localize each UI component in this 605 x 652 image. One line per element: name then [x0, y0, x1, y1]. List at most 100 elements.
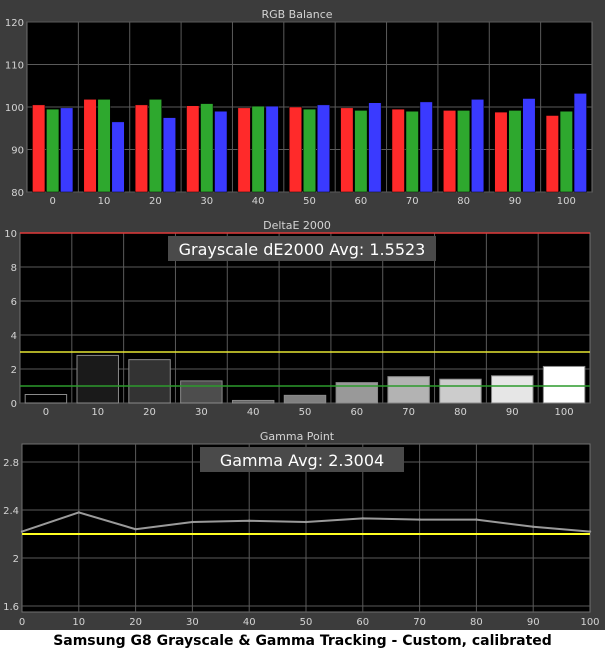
deltae-bar	[387, 376, 430, 404]
gamma-point	[248, 519, 251, 522]
rgb-bar-red	[443, 110, 457, 193]
rgb-bar-blue	[419, 101, 433, 193]
rgb-x-tick-label: 60	[354, 196, 367, 207]
gamma-x-tick-label: 80	[470, 617, 483, 628]
gamma-point	[20, 530, 24, 533]
deltae-x-tick-label: 50	[299, 407, 312, 418]
deltae-y-tick-label: 10	[4, 229, 17, 240]
rgb-bar-blue	[522, 98, 536, 193]
rgb-x-tick-label: 90	[509, 196, 522, 207]
rgb-y-tick-label: 100	[5, 103, 24, 114]
figure-caption: Samsung G8 Grayscale & Gamma Tracking - …	[0, 630, 605, 652]
deltae-bar	[491, 375, 534, 404]
gamma-point	[134, 528, 137, 531]
deltae-bar	[439, 378, 482, 404]
gamma-panel: Gamma Point 1.6 2 2.4 2.8 0 10 20 30 40 50 60 70 80…	[3, 430, 599, 628]
rgb-bar-green	[508, 110, 522, 193]
gamma-x-tick-label: 0	[19, 617, 25, 628]
gamma-y-tick-label: 2.8	[3, 458, 19, 469]
rgb-bar-red	[32, 104, 46, 193]
deltae-annotation: Grayscale dE2000 Avg: 1.5523	[179, 240, 426, 259]
rgb-y-tick-label: 90	[11, 146, 24, 157]
gamma-x-ticks: 0 10 20 30 40 50 60 70 80 90 100	[19, 617, 600, 628]
deltae-x-tick-label: 40	[247, 407, 260, 418]
rgb-x-tick-label: 50	[303, 196, 316, 207]
rgb-x-tick-label: 100	[557, 196, 576, 207]
rgb-bar-blue	[573, 93, 587, 193]
deltae-y-tick-label: 2	[11, 365, 17, 376]
rgb-bar-red	[340, 107, 354, 193]
deltae-x-tick-label: 30	[195, 407, 208, 418]
deltae-y-tick-label: 0	[11, 399, 17, 410]
deltae-bar	[76, 354, 119, 404]
rgb-bar-red	[134, 104, 148, 193]
rgb-x-tick-label: 0	[49, 196, 55, 207]
rgb-balance-title: RGB Balance	[261, 8, 332, 21]
rgb-bar-red	[494, 111, 508, 193]
rgb-bar-blue	[317, 104, 330, 193]
deltae-bar	[128, 359, 171, 404]
deltae-y-tick-label: 8	[11, 263, 17, 274]
deltae-x-tick-label: 10	[91, 407, 104, 418]
deltae-title: DeltaE 2000	[263, 219, 331, 232]
rgb-bar-green	[354, 110, 368, 193]
deltae-panel: DeltaE 2000 0 2 4 6 8 10 0 10 20 30 40 50 60 70 80 90 1…	[4, 219, 591, 418]
calibration-charts: RGB Balance 8090100110120 0 10 20 30 40 50 60 7…	[3, 8, 599, 628]
deltae-x-tick-label: 60	[350, 407, 363, 418]
rgb-bar-green	[148, 99, 162, 193]
rgb-bar-green	[559, 111, 573, 193]
rgb-bar-red	[237, 107, 251, 193]
rgb-bar-blue	[368, 102, 382, 193]
rgb-bar-green	[200, 103, 214, 193]
gamma-x-tick-label: 100	[580, 617, 599, 628]
rgb-y-tick-label: 120	[5, 18, 24, 29]
rgb-bar-green	[46, 108, 60, 193]
deltae-x-tick-label: 0	[43, 407, 49, 418]
rgb-bar-green	[457, 110, 471, 193]
rgb-x-tick-label: 80	[457, 196, 470, 207]
deltae-y-ticks: 0 2 4 6 8 10	[4, 229, 17, 410]
rgb-y-tick-label: 110	[5, 61, 24, 72]
rgb-balance-y-ticks: 80 90 100 110 120	[5, 18, 24, 199]
rgb-bar-blue	[265, 105, 279, 193]
gamma-title: Gamma Point	[260, 430, 335, 443]
deltae-bar	[24, 394, 68, 404]
gamma-y-tick-label: 1.6	[3, 602, 19, 613]
rgb-bar-blue	[162, 117, 176, 193]
gamma-x-tick-label: 30	[186, 617, 199, 628]
rgb-y-tick-label: 80	[11, 188, 24, 199]
rgb-balance-x-ticks: 0 10 20 30 40 50 60 70 80 90 100	[49, 196, 575, 207]
gamma-x-tick-label: 60	[356, 617, 369, 628]
rgb-bar-green	[97, 99, 111, 193]
deltae-x-ticks: 0 10 20 30 40 50 60 70 80 90 100	[43, 407, 574, 418]
gamma-point	[418, 518, 421, 521]
deltae-y-tick-label: 4	[11, 331, 17, 342]
gamma-y-tick-label: 2.4	[3, 506, 19, 517]
rgb-balance-panel: RGB Balance 80 90 100 110 120 0 10 20 30 40 50 60 7…	[5, 8, 593, 207]
rgb-bar-green	[405, 111, 419, 193]
deltae-x-tick-label: 20	[143, 407, 156, 418]
rgb-x-tick-label: 70	[406, 196, 419, 207]
rgb-bar-red	[289, 106, 302, 193]
rgb-bar-red	[83, 99, 97, 193]
gamma-point	[77, 511, 81, 514]
rgb-bar-red	[186, 105, 200, 193]
gamma-x-tick-label: 50	[300, 617, 313, 628]
rgb-bar-green	[251, 105, 265, 193]
deltae-y-tick-label: 6	[11, 297, 17, 308]
gamma-y-tick-label: 2	[13, 554, 19, 565]
deltae-x-tick-label: 100	[555, 407, 574, 418]
gamma-point	[304, 520, 308, 524]
rgb-bar-blue	[214, 111, 228, 193]
deltae-x-tick-label: 70	[402, 407, 415, 418]
gamma-point	[475, 518, 478, 521]
gamma-x-tick-label: 70	[413, 617, 426, 628]
rgb-x-tick-label: 40	[252, 196, 265, 207]
rgb-x-tick-label: 10	[98, 196, 111, 207]
deltae-x-tick-label: 90	[506, 407, 519, 418]
rgb-bar-green	[303, 108, 316, 193]
deltae-x-tick-label: 80	[454, 407, 467, 418]
gamma-point	[588, 530, 592, 533]
rgb-bar-red	[545, 115, 559, 193]
rgb-bar-red	[391, 108, 405, 193]
